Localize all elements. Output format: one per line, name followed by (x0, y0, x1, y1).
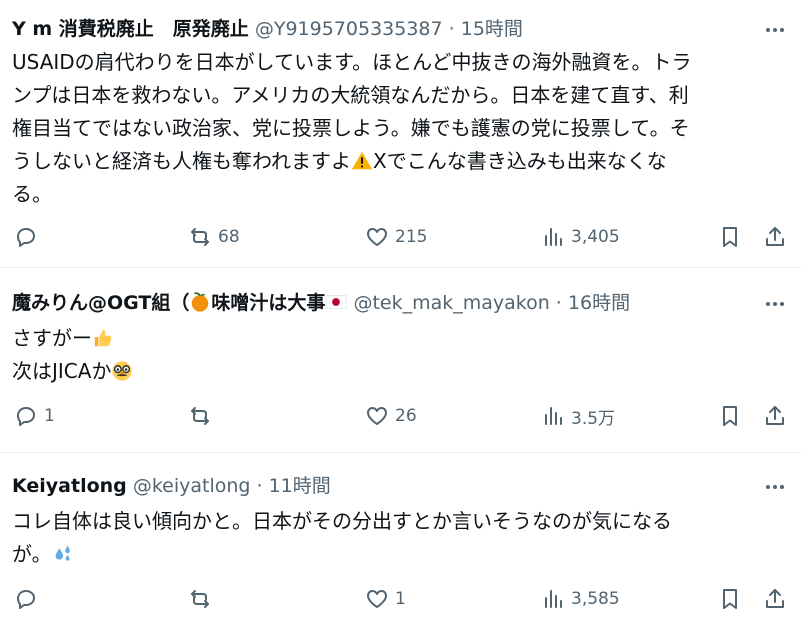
post-3[interactable]: Keiyatlong @keiyatlong · 11時間 コレ自体は良い傾向か… (0, 453, 801, 631)
bookmark-button[interactable] (718, 583, 742, 615)
post-header: Keiyatlong @keiyatlong · 11時間 (12, 473, 331, 499)
repost-icon (191, 407, 209, 425)
reply-icon (17, 590, 35, 609)
reply-count: 1 (44, 406, 55, 426)
more-icon[interactable] (763, 475, 787, 499)
post-time[interactable]: 11時間 (269, 475, 331, 497)
post-text: USAIDの肩代わりを日本がしています。ほとんど中抜きの海外融資を。トラ ンプは… (12, 46, 782, 211)
text-line: が。 (12, 542, 52, 566)
bookmark-icon (723, 227, 737, 247)
japan-flag-emoji (325, 295, 347, 309)
text-line: うしないと経済も人権も奪われますよ (12, 149, 351, 173)
repost-icon (191, 590, 209, 608)
post-1[interactable]: Y m 消費税廃止 原発廃止 @Y9195705335387 · 15時間 US… (0, 0, 801, 266)
reply-button[interactable]: 1 (14, 400, 55, 432)
share-button[interactable] (763, 221, 787, 253)
warning-emoji (351, 151, 373, 170)
bookmark-button[interactable] (718, 221, 742, 253)
like-icon (367, 228, 387, 246)
reply-icon (17, 228, 35, 247)
post-2[interactable]: 魔みりん@OGT組（ 味噌汁は大事 @tek_mak_mayakon · 16時間… (0, 268, 801, 451)
like-icon (367, 407, 387, 425)
share-button[interactable] (763, 583, 787, 615)
views-icon (545, 590, 562, 608)
more-icon[interactable] (763, 292, 787, 316)
repost-icon (191, 228, 209, 246)
bookmark-icon (723, 406, 737, 426)
action-bar: 68 215 3,405 (0, 221, 801, 253)
post-time[interactable]: 16時間 (568, 292, 630, 314)
like-button[interactable]: 1 (365, 583, 406, 615)
text-line: コレ自体は良い傾向かと。日本がその分出すとか言いそうなのが気になる (12, 509, 672, 533)
views-icon (545, 228, 562, 246)
reply-button[interactable] (14, 221, 44, 253)
view-count: 3,405 (571, 227, 620, 247)
share-button[interactable] (763, 400, 787, 432)
author-name-part: 味噌汁は大事 (211, 292, 326, 314)
like-count: 26 (395, 406, 417, 426)
text-line: 権目当てではない政治家、党に投票しよう。嫌でも護憲の党に投票して。そ (12, 116, 690, 140)
share-icon (766, 406, 784, 425)
repost-count: 68 (218, 227, 240, 247)
author-name[interactable]: Keiyatlong (12, 475, 127, 497)
repost-button[interactable] (188, 583, 218, 615)
views-button[interactable]: 3.5万 (541, 400, 615, 432)
like-button[interactable]: 215 (365, 221, 427, 253)
post-time[interactable]: 15時間 (461, 18, 523, 40)
view-count: 3,585 (571, 589, 620, 609)
share-icon (766, 227, 784, 246)
views-button[interactable]: 3,585 (541, 583, 620, 615)
reply-button[interactable] (14, 583, 44, 615)
separator: · (250, 475, 269, 497)
text-line: る。 (12, 182, 52, 206)
author-handle[interactable]: @Y9195705335387 (255, 18, 443, 40)
post-header: 魔みりん@OGT組（ 味噌汁は大事 @tek_mak_mayakon · 16時間 (12, 290, 630, 316)
text-line: さすがー (12, 326, 92, 350)
bookmark-icon (723, 589, 737, 609)
text-line: Xでこんな書き込みも出来なくな (373, 149, 667, 173)
like-count: 1 (395, 589, 406, 609)
author-handle[interactable]: @keiyatlong (133, 475, 251, 497)
tangerine-emoji (192, 292, 209, 312)
views-button[interactable]: 3,405 (541, 221, 620, 253)
repost-button[interactable]: 68 (188, 221, 240, 253)
author-name[interactable]: 魔みりん@OGT組（ 味噌汁は大事 (12, 292, 347, 314)
text-line: ンプは日本を救わない。アメリカの大統領なんだから。日本を建て直す、利 (12, 83, 689, 107)
like-count: 215 (395, 227, 428, 247)
text-line: USAIDの肩代わりを日本がしています。ほとんど中抜きの海外融資を。トラ (12, 50, 692, 74)
author-name[interactable]: Y m 消費税廃止 原発廃止 (12, 18, 249, 40)
disguise-face-emoji (112, 361, 133, 381)
reply-icon (17, 407, 35, 426)
like-button[interactable]: 26 (365, 400, 417, 432)
author-name-part: 魔みりん@OGT組（ (12, 292, 190, 314)
text-line: 次はJICAか (12, 359, 112, 383)
like-icon (367, 590, 387, 608)
separator: · (442, 18, 461, 40)
thumbs-up-emoji (94, 329, 112, 347)
sweat-droplets-emoji (55, 545, 70, 561)
share-icon (766, 589, 784, 608)
view-count: 3.5万 (571, 408, 616, 429)
separator: · (549, 292, 568, 314)
views-icon (545, 407, 562, 425)
post-header: Y m 消費税廃止 原発廃止 @Y9195705335387 · 15時間 (12, 16, 523, 42)
bookmark-button[interactable] (718, 400, 742, 432)
action-bar: 1 3,585 (0, 583, 801, 615)
post-text: コレ自体は良い傾向かと。日本がその分出すとか言いそうなのが気になる が。 (12, 505, 782, 571)
action-bar: 1 26 3.5万 (0, 400, 801, 432)
post-text: さすがー 次はJICAか (12, 322, 782, 388)
repost-button[interactable] (188, 400, 218, 432)
author-handle[interactable]: @tek_mak_mayakon (353, 292, 549, 314)
more-icon[interactable] (763, 18, 787, 42)
